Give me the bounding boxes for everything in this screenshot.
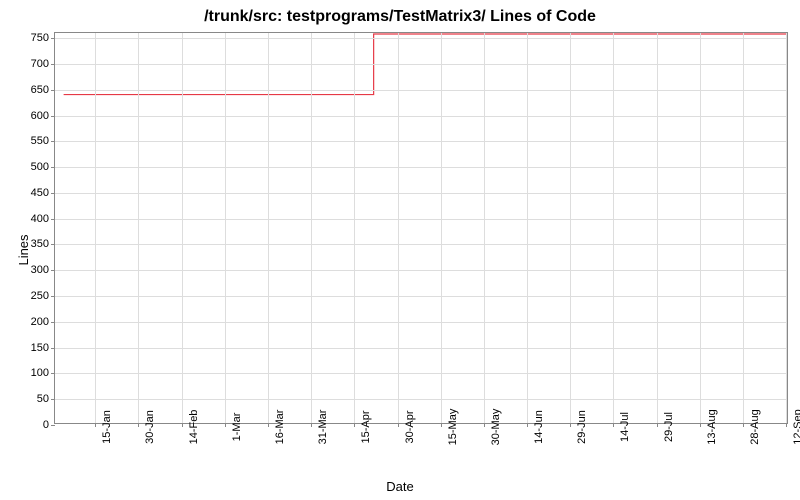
gridline-vertical <box>225 33 226 423</box>
x-tick-label: 15-Jan <box>95 410 113 444</box>
gridline-vertical <box>657 33 658 423</box>
gridline-vertical <box>182 33 183 423</box>
gridline-vertical <box>743 33 744 423</box>
y-tick-label: 0 <box>43 419 55 431</box>
y-tick-label: 750 <box>31 32 55 44</box>
y-tick-label: 150 <box>31 342 55 354</box>
gridline-horizontal <box>55 322 787 323</box>
x-tick-label: 29-Jul <box>657 412 675 442</box>
gridline-vertical <box>95 33 96 423</box>
gridline-horizontal <box>55 296 787 297</box>
gridline-vertical <box>398 33 399 423</box>
y-tick-label: 500 <box>31 161 55 173</box>
gridline-horizontal <box>55 193 787 194</box>
y-tick-label: 100 <box>31 367 55 379</box>
gridline-horizontal <box>55 399 787 400</box>
gridline-horizontal <box>55 373 787 374</box>
gridline-horizontal <box>55 219 787 220</box>
x-tick-label: 14-Feb <box>182 410 200 445</box>
x-tick-label: 15-May <box>441 409 459 446</box>
y-tick-label: 300 <box>31 264 55 276</box>
gridline-horizontal <box>55 116 787 117</box>
x-tick-label: 29-Jun <box>570 410 588 444</box>
gridline-vertical <box>268 33 269 423</box>
gridline-horizontal <box>55 90 787 91</box>
gridline-horizontal <box>55 64 787 65</box>
y-axis-label: Lines <box>16 234 31 265</box>
gridline-vertical <box>441 33 442 423</box>
y-tick-label: 550 <box>31 135 55 147</box>
x-tick-label: 30-May <box>484 409 502 446</box>
y-tick-label: 600 <box>31 110 55 122</box>
gridline-vertical <box>613 33 614 423</box>
gridline-horizontal <box>55 38 787 39</box>
x-tick-label: 30-Apr <box>398 410 416 443</box>
x-axis-label: Date <box>0 479 800 494</box>
gridline-horizontal <box>55 348 787 349</box>
x-tick-label: 12-Sep <box>786 409 800 444</box>
gridline-vertical <box>311 33 312 423</box>
x-tick-label: 15-Apr <box>354 410 372 443</box>
gridline-vertical <box>527 33 528 423</box>
gridline-horizontal <box>55 141 787 142</box>
gridline-vertical <box>138 33 139 423</box>
gridline-horizontal <box>55 244 787 245</box>
y-tick-label: 50 <box>37 393 55 405</box>
gridline-vertical <box>354 33 355 423</box>
y-tick-label: 200 <box>31 316 55 328</box>
y-tick-label: 400 <box>31 213 55 225</box>
x-tick-label: 30-Jan <box>138 410 156 444</box>
x-tick-label: 1-Mar <box>225 413 243 442</box>
x-tick-label: 13-Aug <box>700 409 718 444</box>
data-series-line <box>55 33 787 423</box>
x-tick-label: 14-Jul <box>613 412 631 442</box>
x-tick-label: 31-Mar <box>311 410 329 445</box>
chart-title: /trunk/src: testprograms/TestMatrix3/ Li… <box>0 8 800 26</box>
x-tick-label: 28-Aug <box>743 409 761 444</box>
gridline-horizontal <box>55 167 787 168</box>
gridline-vertical <box>570 33 571 423</box>
y-tick-label: 250 <box>31 290 55 302</box>
y-tick-label: 700 <box>31 58 55 70</box>
chart-container: /trunk/src: testprograms/TestMatrix3/ Li… <box>0 0 800 500</box>
x-tick-label: 16-Mar <box>268 410 286 445</box>
gridline-horizontal <box>55 270 787 271</box>
y-tick-label: 450 <box>31 187 55 199</box>
gridline-vertical <box>700 33 701 423</box>
y-tick-label: 650 <box>31 84 55 96</box>
y-tick-label: 350 <box>31 238 55 250</box>
plot-area: 0501001502002503003504004505005506006507… <box>54 32 788 424</box>
x-tick-label: 14-Jun <box>527 410 545 444</box>
gridline-vertical <box>786 33 787 423</box>
gridline-vertical <box>484 33 485 423</box>
